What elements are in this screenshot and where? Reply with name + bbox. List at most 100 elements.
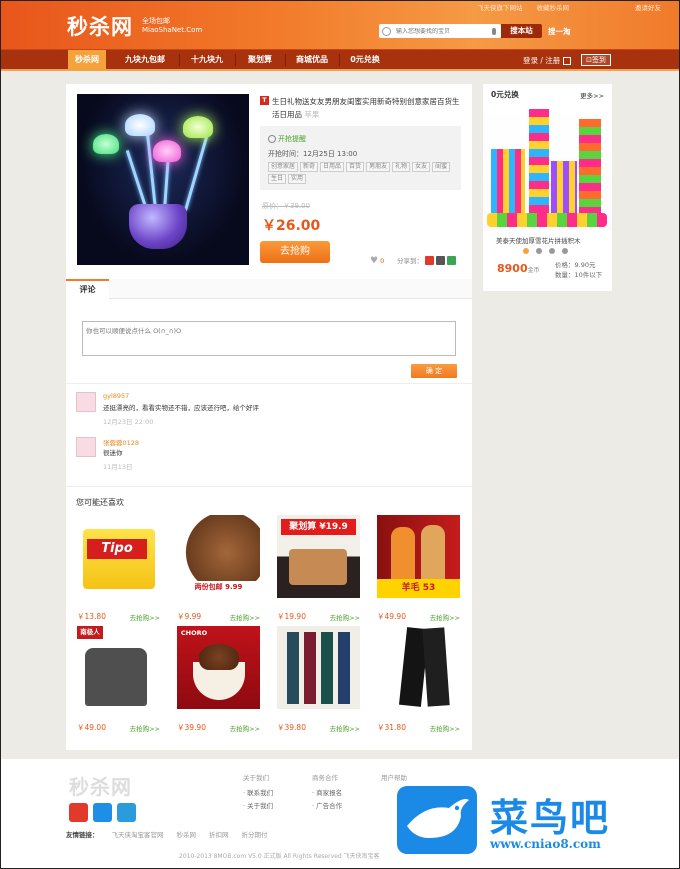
block-tower (529, 109, 549, 215)
search-taobao-link[interactable]: 搜一淘 (548, 26, 571, 37)
nav-item-home[interactable]: 秒杀网 (68, 50, 106, 70)
footer-logo: 秒杀网 (69, 775, 132, 799)
main-content: T 生日礼物送女友男朋友闺蜜实用新奇特别创意家居百货生活日用品 苹果 开抢提醒 … (66, 84, 472, 750)
like-button[interactable]: ♥ 0 (370, 256, 384, 266)
search-input[interactable] (396, 27, 491, 35)
product-title[interactable]: 生日礼物送女友男朋友闺蜜实用新奇特别创意家居百货生活日用品 苹果 (272, 95, 464, 121)
signin-button[interactable]: ⊡签到 (581, 54, 611, 66)
comment-input[interactable] (82, 321, 456, 356)
remind-link[interactable]: 开抢提醒 (268, 134, 306, 144)
recommend-product: ￥39.80 去抢购>> (277, 626, 360, 733)
buy-now-button[interactable]: 去抢购 (260, 241, 330, 263)
exchange-item-name[interactable]: 美泰天使加厚雪花片拼插积木 (496, 235, 581, 245)
nav-item-juhuasuan[interactable]: 聚划算 (239, 50, 281, 70)
comment-text: 还挺漂亮的，看看实物还不错，应该还行吧，给个好评 (103, 404, 259, 412)
buy-link[interactable]: 去抢购>> (430, 723, 460, 733)
product-tag[interactable]: 百货 (346, 162, 365, 172)
top-link-invite[interactable]: 邀请好友 (635, 2, 661, 12)
weibo-share-icon[interactable] (425, 255, 434, 265)
microphone-icon[interactable] (492, 27, 496, 35)
tab-comments[interactable]: 评论 (66, 279, 109, 300)
exchange-item-image[interactable] (483, 105, 612, 231)
product-tag[interactable]: 礼物 (392, 162, 411, 172)
product-price: ￥31.80 (377, 723, 406, 732)
qzone-share-icon[interactable] (447, 255, 456, 265)
friend-link[interactable]: 秒杀网 (177, 829, 197, 839)
qq-share-icon[interactable] (436, 255, 445, 265)
carousel-dot[interactable] (549, 248, 555, 254)
friend-link[interactable]: 折分期付 (242, 829, 268, 839)
carousel-dot[interactable] (562, 248, 568, 254)
more-link[interactable]: 更多>> (580, 90, 604, 100)
nav-item-mall[interactable]: 商城优品 (289, 50, 335, 70)
weibo-icon[interactable] (69, 803, 88, 822)
free-exchange-panel: 0元兑换 更多>> 美泰天使加厚雪花片拼插积木 8900金币 价格：9.90元 … (483, 84, 612, 291)
lamp-stem (163, 155, 170, 209)
buy-link[interactable]: 去抢购>> (230, 723, 260, 733)
start-time: 开抢时间：12月25日 13:00 (268, 150, 358, 158)
footer-col-title: 关于我们 (243, 774, 269, 782)
product-tag[interactable]: 男朋友 (366, 162, 391, 172)
recommend-product: ￥31.80 去抢购>> (377, 626, 460, 733)
buy-link[interactable]: 去抢购>> (330, 612, 360, 622)
product-price: ￥13.80 (77, 612, 106, 621)
leggings-wine (304, 632, 316, 704)
product-tag[interactable]: 闺蜜 (432, 162, 451, 172)
product-thumbnail[interactable]: 两份包邮 9.99 (177, 515, 260, 598)
nav-item-free-exchange[interactable]: 0元兑换 (343, 50, 387, 70)
submit-comment-button[interactable]: 确 定 (411, 364, 457, 378)
original-price: 原价：￥39.00 (262, 202, 311, 210)
product-thumbnail[interactable]: 羊毛 53 (377, 515, 460, 598)
product-tag[interactable]: 生日 (268, 174, 287, 184)
buy-link[interactable]: 去抢购>> (330, 723, 360, 733)
product-thumbnail[interactable]: Tipo (77, 515, 160, 598)
product-tag[interactable]: 创意家居 (268, 162, 299, 172)
comment-user[interactable]: gyl8957 (103, 392, 129, 400)
product-thumbnail[interactable]: CHORO (177, 626, 260, 709)
footer-link[interactable]: · 关于我们 (243, 800, 273, 813)
product-tag[interactable]: 女友 (412, 162, 431, 172)
buy-link[interactable]: 去抢购>> (230, 612, 260, 622)
product-thumbnail[interactable]: 聚划算 ¥19.9 (277, 515, 360, 598)
product-tag[interactable]: 日用品 (320, 162, 345, 172)
product-tag[interactable]: 新奇 (300, 162, 319, 172)
star-icon[interactable] (93, 803, 112, 822)
site-logo[interactable]: 秒杀网 (67, 11, 133, 41)
buy-link[interactable]: 去抢购>> (130, 612, 160, 622)
slipper-item (289, 549, 347, 585)
lamp-cap-green (93, 134, 119, 154)
nav-item-19-9[interactable]: 十九块九 (184, 50, 230, 70)
recommend-product: CHORO ￥39.90 去抢购>> (177, 626, 260, 733)
product-price: ￥49.00 (77, 723, 106, 732)
friend-link[interactable]: 飞天侠淘宝客官网 (112, 829, 164, 839)
friend-links-label: 友情链接： (66, 831, 99, 839)
carousel-dot[interactable] (523, 248, 529, 254)
like-count: 0 (380, 257, 385, 265)
product-tag[interactable]: 实用 (288, 174, 307, 184)
comment-user[interactable]: 张蓉蓉0128 (103, 437, 139, 447)
block-house (551, 161, 577, 215)
product-thumbnail[interactable]: 南极人 (77, 626, 160, 709)
product-image[interactable] (77, 94, 249, 265)
login-register-link[interactable]: 登录 / 注册 (523, 55, 560, 66)
footer-link[interactable]: · 商家报名 (312, 787, 342, 800)
buy-link[interactable]: 去抢购>> (130, 723, 160, 733)
snack-package (83, 529, 155, 589)
carousel-dot[interactable] (536, 248, 542, 254)
avatar[interactable] (76, 392, 96, 412)
product-thumbnail[interactable] (377, 626, 460, 709)
top-link-favorite[interactable]: 收藏秒杀网 (537, 2, 570, 12)
nav-item-9-9[interactable]: 九块九包邮 (119, 50, 171, 70)
footer-link[interactable]: · 广告合作 (312, 800, 342, 813)
product-thumbnail[interactable] (277, 626, 360, 709)
top-link-network[interactable]: 飞天侠旗下网站 (477, 2, 523, 12)
p-icon[interactable] (117, 803, 136, 822)
friend-link[interactable]: 折扣网 (209, 829, 229, 839)
bird-logo-icon (397, 786, 477, 854)
divider (66, 383, 472, 384)
product-image-text: 两份包邮 9.99 (181, 581, 256, 594)
buy-link[interactable]: 去抢购>> (430, 612, 460, 622)
footer-link[interactable]: · 联系我们 (243, 787, 273, 800)
search-site-button[interactable]: 搜本站 (501, 24, 542, 38)
avatar[interactable] (76, 437, 96, 457)
